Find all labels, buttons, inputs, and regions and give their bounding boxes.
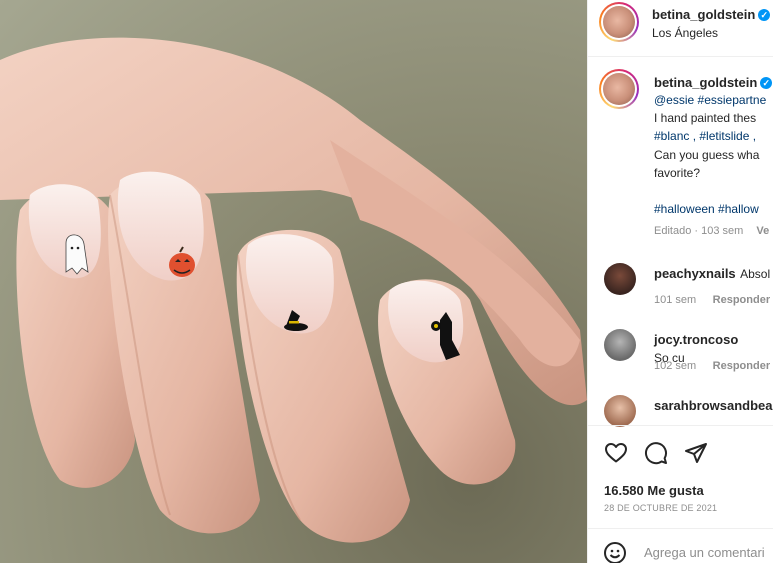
author-username[interactable]: betina_goldstein xyxy=(652,7,755,22)
author-avatar[interactable] xyxy=(599,2,639,42)
caption-line-3: Can you guess wha xyxy=(654,148,760,162)
caption-username[interactable]: betina_goldstein xyxy=(654,75,757,90)
see-translation-link[interactable]: Ve xyxy=(756,225,769,237)
post-sidebar: betina_goldstein ✓ Los Ángeles betina_gol… xyxy=(587,0,773,563)
post-photo[interactable] xyxy=(0,0,587,563)
verified-badge-icon: ✓ xyxy=(758,9,771,21)
reply-button[interactable]: Responder xyxy=(713,294,770,306)
post-date: 28 DE OCTUBRE DE 2021 xyxy=(604,503,718,513)
caption-edited-time: Editado · 103 sem xyxy=(654,225,744,237)
comment-avatar[interactable] xyxy=(604,263,636,295)
comment-avatar[interactable] xyxy=(604,395,636,427)
caption-mentions[interactable]: @essie #essiepartne xyxy=(654,93,766,107)
heart-icon[interactable] xyxy=(603,440,629,466)
header-divider xyxy=(588,56,773,57)
post-location[interactable]: Los Ángeles xyxy=(652,26,718,40)
comment-time: 101 sem xyxy=(654,294,697,306)
manicure-photo-illustration xyxy=(0,37,587,543)
reply-button[interactable]: Responder xyxy=(713,360,770,372)
comment-icon[interactable] xyxy=(643,440,669,466)
comment-username[interactable]: peachyxnails xyxy=(654,266,736,281)
likes-count[interactable]: 16.580 Me gusta xyxy=(604,483,704,498)
comment-time: 102 sem xyxy=(654,360,697,372)
caption-avatar[interactable] xyxy=(599,69,639,109)
comment-text: Absol xyxy=(740,267,771,281)
add-comment-input[interactable]: Agrega un comentari xyxy=(644,545,765,560)
comment-avatar[interactable] xyxy=(604,329,636,361)
actions-divider xyxy=(588,425,773,426)
share-icon[interactable] xyxy=(683,440,709,466)
comment-username[interactable]: sarahbrowsandbea xyxy=(654,398,773,413)
caption-line-1: I hand painted thes xyxy=(654,111,757,125)
caption-tags[interactable]: #blanc , #letitslide , xyxy=(654,129,756,143)
comment-username[interactable]: jocy.troncoso xyxy=(654,332,738,347)
comment-box-divider xyxy=(588,528,773,529)
caption-hashtags[interactable]: #halloween #hallow xyxy=(654,202,759,216)
emoji-icon[interactable] xyxy=(602,540,628,563)
verified-badge-icon: ✓ xyxy=(760,77,773,89)
caption-line-4: favorite? xyxy=(654,166,701,180)
